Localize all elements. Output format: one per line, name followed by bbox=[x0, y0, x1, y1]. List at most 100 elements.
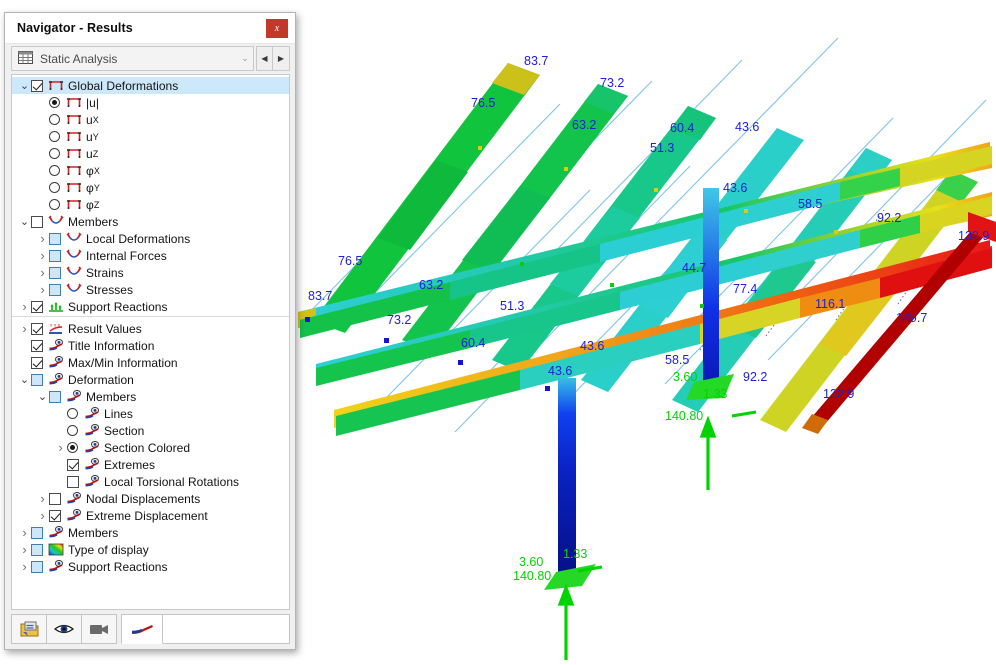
tree-checkbox[interactable] bbox=[49, 232, 61, 245]
deformation-icon bbox=[66, 149, 81, 158]
chevron-right-icon[interactable]: › bbox=[18, 558, 31, 575]
tree-item-strains[interactable]: › Strains bbox=[12, 264, 289, 281]
navigator-results-panel[interactable]: Navigator - Results x Static Analysis ⌄ … bbox=[4, 12, 296, 650]
tree-checkbox[interactable] bbox=[67, 458, 79, 471]
tree-item-local-deformations[interactable]: › Local Deformations bbox=[12, 230, 289, 247]
display-icon bbox=[66, 390, 81, 402]
previous-case-button[interactable]: ◀ bbox=[256, 46, 273, 71]
tree-item-section[interactable]: Section bbox=[12, 422, 289, 439]
tree-radio[interactable] bbox=[67, 425, 78, 436]
tree-checkbox[interactable] bbox=[49, 390, 61, 403]
tree-item-label: u bbox=[86, 129, 93, 144]
tree-item-[interactable]: φZ bbox=[12, 196, 289, 213]
chevron-right-icon[interactable]: › bbox=[18, 541, 31, 558]
tree-item-deformation[interactable]: ⌄ Deformation bbox=[12, 371, 289, 388]
chevron-right-icon[interactable]: › bbox=[36, 507, 49, 524]
chevron-down-icon[interactable]: ⌄ bbox=[18, 374, 31, 386]
tree-checkbox[interactable] bbox=[49, 509, 61, 522]
chevron-down-icon[interactable]: ⌄ bbox=[237, 53, 253, 64]
tree-radio[interactable] bbox=[49, 97, 60, 108]
tree-item-u[interactable]: uX bbox=[12, 111, 289, 128]
chevron-right-icon[interactable]: › bbox=[36, 264, 49, 281]
analysis-type-combobox[interactable]: Static Analysis ⌄ bbox=[11, 46, 254, 71]
chevron-down-icon[interactable]: ⌄ bbox=[18, 80, 31, 92]
tree-item-local-torsional-rotations[interactable]: Local Torsional Rotations bbox=[12, 473, 289, 490]
results-tree-section[interactable]: ⌄ Global Deformations |u| u Xu Yu Zφ Xφ Yφ Z ⌄ Memb… bbox=[12, 75, 289, 317]
tree-item-type-of-display[interactable]: › Type of display bbox=[12, 541, 289, 558]
navigator-tree[interactable]: ⌄ Global Deformations |u| u Xu Yu Zφ Xφ Yφ Z ⌄ Memb… bbox=[11, 74, 290, 610]
tree-radio[interactable] bbox=[49, 148, 60, 159]
tree-checkbox[interactable] bbox=[49, 492, 61, 505]
tree-radio[interactable] bbox=[49, 165, 60, 176]
tree-item-[interactable]: φX bbox=[12, 162, 289, 179]
display-tree-section[interactable]: › x x x Result Values Title Information Max/… bbox=[12, 317, 289, 609]
tree-radio[interactable] bbox=[49, 114, 60, 125]
tree-item-label: Members bbox=[86, 389, 137, 404]
tree-checkbox[interactable] bbox=[31, 373, 43, 386]
deformation-value-label: 92.2 bbox=[877, 211, 901, 225]
tree-checkbox[interactable] bbox=[31, 215, 43, 228]
tree-item-section-colored[interactable]: › Section Colored bbox=[12, 439, 289, 456]
chevron-down-icon[interactable]: ⌄ bbox=[36, 391, 49, 403]
tree-item-support-reactions[interactable]: › Support Reactions bbox=[12, 298, 289, 315]
tree-checkbox[interactable] bbox=[31, 300, 43, 313]
project-navigator-button[interactable] bbox=[11, 614, 47, 644]
tree-item-result-values[interactable]: › x x x Result Values bbox=[12, 320, 289, 337]
tree-item-members[interactable]: ⌄ Members bbox=[12, 388, 289, 405]
tree-radio[interactable] bbox=[49, 131, 60, 142]
chevron-right-icon[interactable]: › bbox=[36, 281, 49, 298]
tree-item-u[interactable]: |u| bbox=[12, 94, 289, 111]
chevron-down-icon[interactable]: ⌄ bbox=[18, 216, 31, 228]
tree-item-icon-wrap bbox=[65, 198, 82, 212]
camera-icon bbox=[90, 625, 108, 634]
chevron-right-icon[interactable]: › bbox=[36, 247, 49, 264]
navigator-footer-toolbar[interactable] bbox=[11, 614, 290, 644]
chevron-right-icon[interactable]: › bbox=[18, 320, 31, 337]
member-icon bbox=[65, 283, 82, 292]
tree-checkbox[interactable] bbox=[31, 526, 43, 539]
next-case-button[interactable]: ▶ bbox=[273, 46, 290, 71]
tree-checkbox[interactable] bbox=[31, 560, 43, 573]
tree-item-extreme-displacement[interactable]: › Extreme Displacement bbox=[12, 507, 289, 524]
tree-checkbox[interactable] bbox=[31, 543, 43, 556]
results-tab[interactable] bbox=[121, 614, 163, 644]
chevron-right-icon[interactable]: › bbox=[18, 298, 31, 315]
tree-item-global-deformations[interactable]: ⌄ Global Deformations bbox=[12, 77, 289, 94]
chevron-right-icon[interactable]: › bbox=[18, 524, 31, 541]
close-icon[interactable]: x bbox=[266, 18, 288, 38]
tree-item-stresses[interactable]: › Stresses bbox=[12, 281, 289, 298]
tree-item-support-reactions[interactable]: › Support Reactions bbox=[12, 558, 289, 575]
chevron-right-icon[interactable]: › bbox=[54, 439, 67, 456]
tree-item-members[interactable]: › Members bbox=[12, 524, 289, 541]
tree-checkbox[interactable] bbox=[49, 266, 61, 279]
deformation-value-label: 63.2 bbox=[572, 118, 596, 132]
views-button[interactable] bbox=[47, 614, 82, 644]
tree-item-title-information[interactable]: Title Information bbox=[12, 337, 289, 354]
display-icon bbox=[48, 373, 63, 385]
tree-item-nodal-displacements[interactable]: › Nodal Displacements bbox=[12, 490, 289, 507]
tree-checkbox[interactable] bbox=[67, 475, 79, 488]
tree-radio[interactable] bbox=[49, 199, 60, 210]
tree-radio[interactable] bbox=[67, 408, 78, 419]
tree-checkbox[interactable] bbox=[49, 283, 61, 296]
tree-radio[interactable] bbox=[67, 442, 78, 453]
tree-checkbox[interactable] bbox=[31, 356, 43, 369]
tree-item-u[interactable]: uZ bbox=[12, 145, 289, 162]
tree-item-extremes[interactable]: Extremes bbox=[12, 456, 289, 473]
tree-item-[interactable]: φY bbox=[12, 179, 289, 196]
tree-item-lines[interactable]: Lines bbox=[12, 405, 289, 422]
tree-checkbox[interactable] bbox=[49, 249, 61, 262]
tree-checkbox[interactable] bbox=[31, 339, 43, 352]
chevron-right-icon[interactable]: › bbox=[36, 490, 49, 507]
tree-item-u[interactable]: uY bbox=[12, 128, 289, 145]
deformation-value-label: 51.3 bbox=[650, 141, 674, 155]
display-icon bbox=[48, 339, 63, 351]
tree-item-max-min-information[interactable]: Max/Min Information bbox=[12, 354, 289, 371]
camera-button[interactable] bbox=[82, 614, 117, 644]
tree-item-members[interactable]: ⌄ Members bbox=[12, 213, 289, 230]
tree-checkbox[interactable] bbox=[31, 79, 43, 92]
chevron-right-icon[interactable]: › bbox=[36, 230, 49, 247]
tree-checkbox[interactable] bbox=[31, 322, 43, 335]
tree-radio[interactable] bbox=[49, 182, 60, 193]
tree-item-internal-forces[interactable]: › Internal Forces bbox=[12, 247, 289, 264]
